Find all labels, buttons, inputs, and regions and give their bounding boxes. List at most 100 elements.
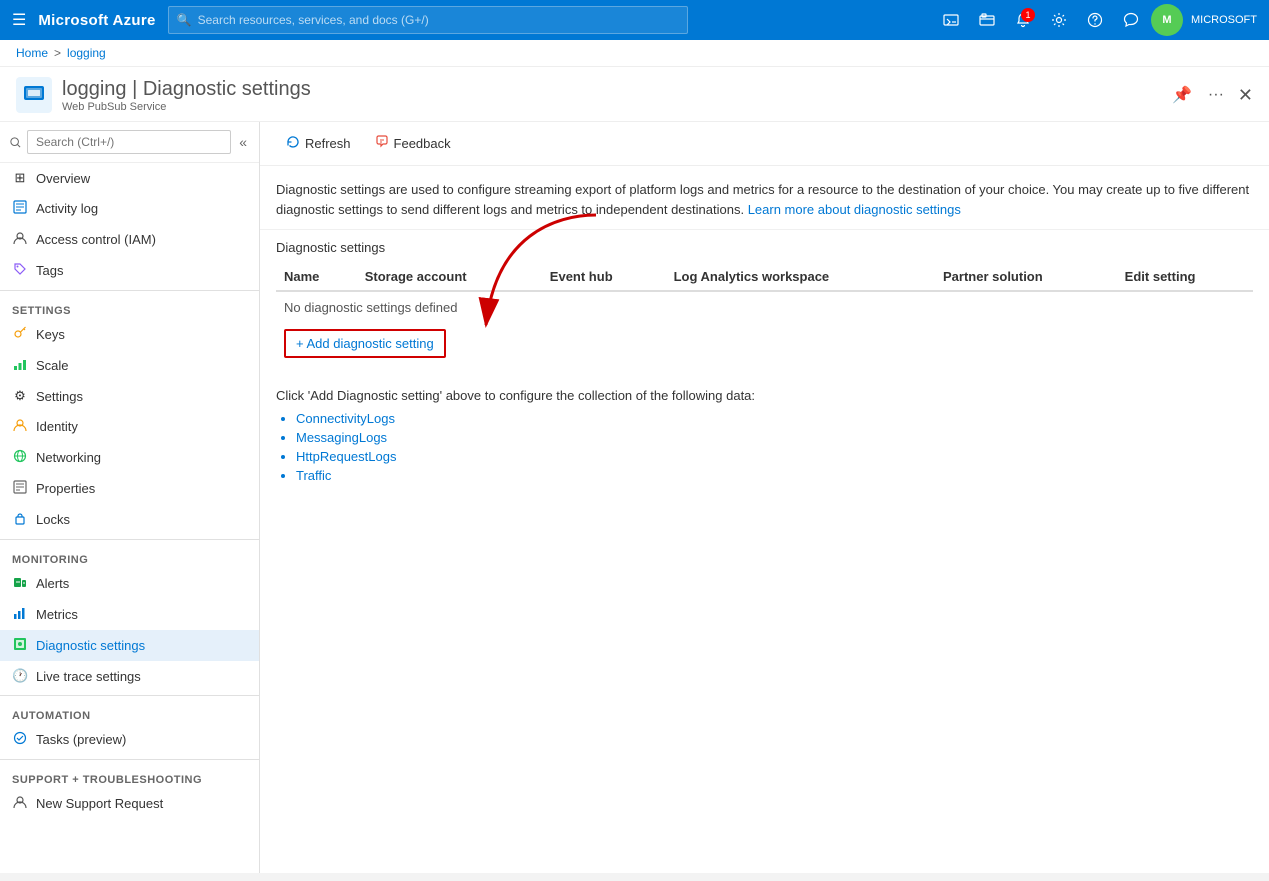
sidebar-item-networking[interactable]: Networking <box>0 442 259 473</box>
support-section-label: Support + troubleshooting <box>0 764 259 788</box>
networking-icon <box>12 449 28 466</box>
overview-icon: ⊞ <box>12 170 28 186</box>
resource-icon <box>16 77 52 113</box>
iam-icon <box>12 231 28 248</box>
user-label: MICROSOFT <box>1191 14 1257 26</box>
diag-section-title: Diagnostic settings <box>276 240 1253 255</box>
no-data-text: No diagnostic settings defined <box>276 291 1253 323</box>
sidebar-item-overview[interactable]: ⊞ Overview <box>0 163 259 193</box>
brand-name: Microsoft Azure <box>38 12 155 29</box>
scale-icon <box>12 357 28 374</box>
global-search-input[interactable] <box>198 13 679 27</box>
automation-section-label: Automation <box>0 700 259 724</box>
resource-header-actions: 📌 ··· <box>1168 81 1228 109</box>
sidebar-item-tags[interactable]: Tags <box>0 255 259 286</box>
feedback-icon <box>375 135 389 152</box>
instructions-intro: Click 'Add Diagnostic setting' above to … <box>276 388 1253 403</box>
sidebar-item-support[interactable]: New Support Request <box>0 788 259 819</box>
description-block: Diagnostic settings are used to configur… <box>260 166 1269 230</box>
tags-icon <box>12 262 28 279</box>
close-btn[interactable]: ✕ <box>1238 85 1253 106</box>
col-partner: Partner solution <box>935 263 1117 291</box>
tasks-icon <box>12 731 28 748</box>
locks-icon <box>12 511 28 528</box>
alerts-icon <box>12 575 28 592</box>
settings-icon: ⚙ <box>12 388 28 404</box>
col-storage: Storage account <box>357 263 542 291</box>
global-search-bar[interactable]: 🔍 <box>168 6 688 34</box>
monitoring-section-label: Monitoring <box>0 544 259 568</box>
settings-section-label: Settings <box>0 295 259 319</box>
title-separator: | <box>132 78 143 100</box>
list-item-messaging: MessagingLogs <box>296 428 1253 447</box>
col-edit: Edit setting <box>1117 263 1253 291</box>
col-log-analytics: Log Analytics workspace <box>666 263 935 291</box>
main-layout: « ⊞ Overview Activity log Access control… <box>0 122 1269 873</box>
sidebar-item-identity[interactable]: Identity <box>0 411 259 442</box>
col-eventhub: Event hub <box>542 263 666 291</box>
feedback-button[interactable]: Feedback <box>365 130 461 157</box>
sidebar-item-diagnostic-settings[interactable]: Diagnostic settings <box>0 630 259 661</box>
activity-log-icon <box>12 200 28 217</box>
identity-icon <box>12 418 28 435</box>
keys-icon <box>12 326 28 343</box>
sidebar-item-live-trace[interactable]: 🕐 Live trace settings <box>0 661 259 691</box>
properties-icon <box>12 480 28 497</box>
instructions-list: ConnectivityLogs MessagingLogs HttpReque… <box>296 409 1253 485</box>
resource-subtitle: Web PubSub Service <box>62 101 1158 113</box>
col-name: Name <box>276 263 357 291</box>
settings-btn[interactable] <box>1043 4 1075 36</box>
list-item-http: HttpRequestLogs <box>296 447 1253 466</box>
content-area: Refresh Feedback Diagnostic settings are… <box>260 122 1269 873</box>
sidebar-item-metrics[interactable]: Metrics <box>0 599 259 630</box>
search-icon: 🔍 <box>177 13 192 27</box>
breadcrumb-separator: > <box>54 46 61 60</box>
breadcrumb-current[interactable]: logging <box>67 46 106 60</box>
diag-table-container: Diagnostic settings Name Storage account… <box>260 230 1269 384</box>
sidebar-item-properties[interactable]: Properties <box>0 473 259 504</box>
resource-title: logging | Diagnostic settings <box>62 78 1158 101</box>
refresh-button[interactable]: Refresh <box>276 130 361 157</box>
breadcrumb-home[interactable]: Home <box>16 46 48 60</box>
top-nav: ☰ Microsoft Azure 🔍 1 M MICROSOFT <box>0 0 1269 40</box>
live-trace-icon: 🕐 <box>12 668 28 684</box>
sidebar-search-input[interactable] <box>27 130 231 154</box>
learn-more-link[interactable]: Learn more about diagnostic settings <box>748 202 961 217</box>
sidebar-item-keys[interactable]: Keys <box>0 319 259 350</box>
user-avatar[interactable]: M <box>1151 4 1183 36</box>
sidebar-collapse-btn[interactable]: « <box>237 132 249 152</box>
help-btn[interactable] <box>1079 4 1111 36</box>
hamburger-icon[interactable]: ☰ <box>12 10 26 30</box>
sidebar-item-settings[interactable]: ⚙ Settings <box>0 381 259 411</box>
sidebar-item-locks[interactable]: Locks <box>0 504 259 535</box>
feedback-nav-btn[interactable] <box>1115 4 1147 36</box>
description-text: Diagnostic settings are used to configur… <box>276 180 1253 219</box>
directory-btn[interactable] <box>971 4 1003 36</box>
instructions-block: Click 'Add Diagnostic setting' above to … <box>260 384 1269 501</box>
add-diagnostic-setting-button[interactable]: + Add diagnostic setting <box>284 329 446 358</box>
sidebar-item-scale[interactable]: Scale <box>0 350 259 381</box>
cloud-shell-btn[interactable] <box>935 4 967 36</box>
sidebar-item-activity-log[interactable]: Activity log <box>0 193 259 224</box>
pin-btn[interactable]: 📌 <box>1168 81 1196 109</box>
support-icon <box>12 795 28 812</box>
notification-badge: 1 <box>1021 8 1035 22</box>
sidebar-item-alerts[interactable]: Alerts <box>0 568 259 599</box>
breadcrumb: Home > logging <box>0 40 1269 67</box>
no-data-row: No diagnostic settings defined <box>276 291 1253 323</box>
sidebar-item-tasks[interactable]: Tasks (preview) <box>0 724 259 755</box>
sidebar-item-iam[interactable]: Access control (IAM) <box>0 224 259 255</box>
list-item-connectivity: ConnectivityLogs <box>296 409 1253 428</box>
diagnostic-settings-icon <box>12 637 28 654</box>
notifications-btn[interactable]: 1 <box>1007 4 1039 36</box>
resource-header: logging | Diagnostic settings Web PubSub… <box>0 67 1269 122</box>
sidebar: « ⊞ Overview Activity log Access control… <box>0 122 260 873</box>
resource-title-block: logging | Diagnostic settings Web PubSub… <box>62 78 1158 113</box>
refresh-icon <box>286 135 300 152</box>
add-diag-container: + Add diagnostic setting <box>276 325 1253 374</box>
more-options-btn[interactable]: ··· <box>1204 82 1228 108</box>
diag-table: Name Storage account Event hub Log Analy… <box>276 263 1253 323</box>
sidebar-search: « <box>0 122 259 163</box>
list-item-traffic: Traffic <box>296 466 1253 485</box>
metrics-icon <box>12 606 28 623</box>
